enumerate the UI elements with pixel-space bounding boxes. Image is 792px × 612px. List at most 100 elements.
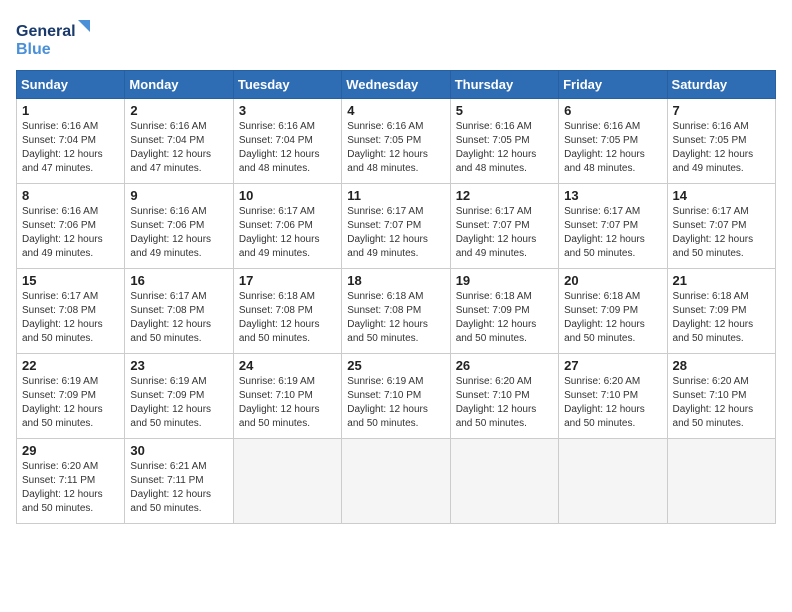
calendar-cell: 29 Sunrise: 6:20 AMSunset: 7:11 PMDayligh… (17, 439, 125, 524)
day-number: 10 (239, 188, 336, 203)
calendar-cell: 23 Sunrise: 6:19 AMSunset: 7:09 PMDayligh… (125, 354, 233, 439)
day-number: 16 (130, 273, 227, 288)
weekday-header-saturday: Saturday (667, 71, 775, 99)
day-number: 1 (22, 103, 119, 118)
day-number: 21 (673, 273, 770, 288)
day-number: 29 (22, 443, 119, 458)
day-number: 5 (456, 103, 553, 118)
logo: General Blue (16, 16, 96, 60)
day-number: 24 (239, 358, 336, 373)
day-info: Sunrise: 6:18 AMSunset: 7:09 PMDaylight:… (564, 290, 661, 346)
calendar-cell: 8 Sunrise: 6:16 AMSunset: 7:06 PMDaylight… (17, 184, 125, 269)
calendar-cell: 6 Sunrise: 6:16 AMSunset: 7:05 PMDaylight… (559, 99, 667, 184)
calendar-cell: 20 Sunrise: 6:18 AMSunset: 7:09 PMDayligh… (559, 269, 667, 354)
day-info: Sunrise: 6:16 AMSunset: 7:04 PMDaylight:… (130, 120, 227, 176)
day-info: Sunrise: 6:20 AMSunset: 7:10 PMDaylight:… (673, 375, 770, 431)
day-info: Sunrise: 6:16 AMSunset: 7:06 PMDaylight:… (130, 205, 227, 261)
calendar-cell: 13Sunrise: 6:17 AMSunset: 7:07 PMDayligh… (559, 184, 667, 269)
day-info: Sunrise: 6:17 AMSunset: 7:07 PMDaylight:… (456, 205, 553, 261)
week-row-5: 29 Sunrise: 6:20 AMSunset: 7:11 PMDayligh… (17, 439, 776, 524)
calendar-cell: 1Sunrise: 6:16 AMSunset: 7:04 PMDaylight… (17, 99, 125, 184)
calendar-cell: 2 Sunrise: 6:16 AMSunset: 7:04 PMDaylight… (125, 99, 233, 184)
day-info: Sunrise: 6:16 AMSunset: 7:05 PMDaylight:… (456, 120, 553, 176)
day-info: Sunrise: 6:17 AMSunset: 7:07 PMDaylight:… (347, 205, 444, 261)
day-info: Sunrise: 6:19 AMSunset: 7:09 PMDaylight:… (130, 375, 227, 431)
week-row-1: 1 Sunrise: 6:16 AMSunset: 7:04 PMDaylight… (17, 99, 776, 184)
day-info: Sunrise: 6:20 AMSunset: 7:10 PMDaylight:… (456, 375, 553, 431)
calendar-cell: 30 Sunrise: 6:21 AMSunset: 7:11 PMDayligh… (125, 439, 233, 524)
week-row-4: 22Sunrise: 6:19 AMSunset: 7:09 PMDayligh… (17, 354, 776, 439)
day-info: Sunrise: 6:21 AMSunset: 7:11 PMDaylight:… (130, 460, 227, 516)
day-info: Sunrise: 6:18 AMSunset: 7:09 PMDaylight:… (456, 290, 553, 346)
day-number: 3 (239, 103, 336, 118)
calendar-cell: 10 Sunrise: 6:17 AMSunset: 7:06 PMDayligh… (233, 184, 341, 269)
calendar-cell (450, 439, 558, 524)
weekday-header-thursday: Thursday (450, 71, 558, 99)
weekday-header-row: SundayMondayTuesdayWednesdayThursdayFrid… (17, 71, 776, 99)
day-info: Sunrise: 6:20 AMSunset: 7:10 PMDaylight:… (564, 375, 661, 431)
svg-text:General: General (16, 23, 76, 40)
logo-svg: General Blue (16, 16, 96, 60)
calendar: SundayMondayTuesdayWednesdayThursdayFrid… (16, 70, 776, 524)
calendar-cell: 27 Sunrise: 6:20 AMSunset: 7:10 PMDayligh… (559, 354, 667, 439)
calendar-cell: 16 Sunrise: 6:17 AMSunset: 7:08 PMDayligh… (125, 269, 233, 354)
day-number: 12 (456, 188, 553, 203)
day-info: Sunrise: 6:19 AMSunset: 7:10 PMDaylight:… (239, 375, 336, 431)
calendar-cell: 3 Sunrise: 6:16 AMSunset: 7:04 PMDaylight… (233, 99, 341, 184)
calendar-cell: 24 Sunrise: 6:19 AMSunset: 7:10 PMDayligh… (233, 354, 341, 439)
calendar-cell: 5 Sunrise: 6:16 AMSunset: 7:05 PMDaylight… (450, 99, 558, 184)
weekday-header-wednesday: Wednesday (342, 71, 450, 99)
calendar-cell (559, 439, 667, 524)
day-number: 8 (22, 188, 119, 203)
day-info: Sunrise: 6:17 AMSunset: 7:06 PMDaylight:… (239, 205, 336, 261)
day-number: 20 (564, 273, 661, 288)
day-info: Sunrise: 6:19 AMSunset: 7:09 PMDaylight:… (22, 375, 119, 431)
day-info: Sunrise: 6:16 AMSunset: 7:05 PMDaylight:… (347, 120, 444, 176)
header: General Blue (16, 16, 776, 60)
calendar-cell: 15 Sunrise: 6:17 AMSunset: 7:08 PMDayligh… (17, 269, 125, 354)
day-info: Sunrise: 6:16 AMSunset: 7:04 PMDaylight:… (239, 120, 336, 176)
day-number: 17 (239, 273, 336, 288)
day-number: 13 (564, 188, 661, 203)
day-info: Sunrise: 6:16 AMSunset: 7:05 PMDaylight:… (673, 120, 770, 176)
day-info: Sunrise: 6:16 AMSunset: 7:05 PMDaylight:… (564, 120, 661, 176)
day-number: 28 (673, 358, 770, 373)
day-number: 4 (347, 103, 444, 118)
calendar-cell: 11Sunrise: 6:17 AMSunset: 7:07 PMDayligh… (342, 184, 450, 269)
day-info: Sunrise: 6:18 AMSunset: 7:08 PMDaylight:… (347, 290, 444, 346)
day-info: Sunrise: 6:17 AMSunset: 7:08 PMDaylight:… (130, 290, 227, 346)
day-number: 30 (130, 443, 227, 458)
svg-text:Blue: Blue (16, 41, 51, 58)
day-info: Sunrise: 6:18 AMSunset: 7:09 PMDaylight:… (673, 290, 770, 346)
day-info: Sunrise: 6:20 AMSunset: 7:11 PMDaylight:… (22, 460, 119, 516)
day-number: 25 (347, 358, 444, 373)
calendar-cell: 26Sunrise: 6:20 AMSunset: 7:10 PMDayligh… (450, 354, 558, 439)
day-number: 14 (673, 188, 770, 203)
day-number: 19 (456, 273, 553, 288)
day-number: 23 (130, 358, 227, 373)
calendar-cell: 25Sunrise: 6:19 AMSunset: 7:10 PMDayligh… (342, 354, 450, 439)
calendar-cell: 17Sunrise: 6:18 AMSunset: 7:08 PMDayligh… (233, 269, 341, 354)
weekday-header-sunday: Sunday (17, 71, 125, 99)
week-row-3: 15 Sunrise: 6:17 AMSunset: 7:08 PMDayligh… (17, 269, 776, 354)
day-number: 27 (564, 358, 661, 373)
day-number: 15 (22, 273, 119, 288)
calendar-cell (342, 439, 450, 524)
calendar-cell: 21 Sunrise: 6:18 AMSunset: 7:09 PMDayligh… (667, 269, 775, 354)
day-number: 7 (673, 103, 770, 118)
calendar-cell: 18 Sunrise: 6:18 AMSunset: 7:08 PMDayligh… (342, 269, 450, 354)
day-info: Sunrise: 6:17 AMSunset: 7:08 PMDaylight:… (22, 290, 119, 346)
calendar-cell: 14Sunrise: 6:17 AMSunset: 7:07 PMDayligh… (667, 184, 775, 269)
calendar-cell (667, 439, 775, 524)
calendar-cell: 4 Sunrise: 6:16 AMSunset: 7:05 PMDaylight… (342, 99, 450, 184)
day-number: 2 (130, 103, 227, 118)
calendar-cell: 7 Sunrise: 6:16 AMSunset: 7:05 PMDaylight… (667, 99, 775, 184)
calendar-cell (233, 439, 341, 524)
calendar-cell: 19 Sunrise: 6:18 AMSunset: 7:09 PMDayligh… (450, 269, 558, 354)
calendar-cell: 22Sunrise: 6:19 AMSunset: 7:09 PMDayligh… (17, 354, 125, 439)
day-info: Sunrise: 6:16 AMSunset: 7:06 PMDaylight:… (22, 205, 119, 261)
weekday-header-friday: Friday (559, 71, 667, 99)
day-number: 18 (347, 273, 444, 288)
week-row-2: 8 Sunrise: 6:16 AMSunset: 7:06 PMDaylight… (17, 184, 776, 269)
day-number: 6 (564, 103, 661, 118)
